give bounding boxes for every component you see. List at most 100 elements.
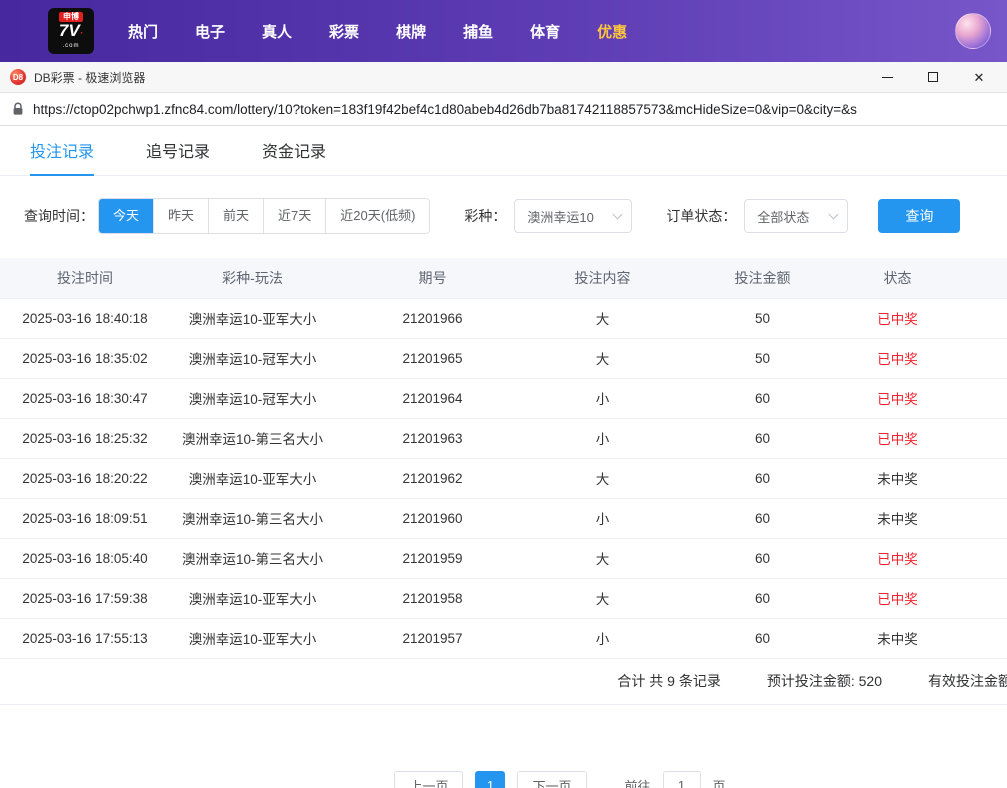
logo-main-text: 7V· — [58, 21, 84, 40]
minimize-icon[interactable] — [879, 69, 895, 85]
summary-valid-amount: 有效投注金额 — [928, 673, 1007, 689]
time-filter-option[interactable]: 近20天(低频) — [326, 199, 430, 233]
cell-issue-number: 21201959 — [335, 538, 530, 579]
table-row: 2025-03-16 18:20:22 澳洲幸运10-亚军大小 21201962… — [0, 458, 1007, 499]
order-status-select[interactable]: 全部状态 — [744, 199, 849, 233]
cell-bet-time: 2025-03-16 18:40:18 — [0, 298, 170, 339]
cell-issue-number: 21201963 — [335, 418, 530, 459]
lottery-select-value: 澳洲幸运10 — [527, 209, 594, 225]
table-body: 2025-03-16 18:40:18 澳洲幸运10-亚军大小 21201966… — [0, 298, 1007, 659]
cell-bet-content: 大 — [530, 338, 675, 379]
time-filter-option[interactable]: 今天 — [99, 199, 155, 233]
close-icon[interactable]: ✕ — [971, 69, 987, 85]
goto-page-label: 前往 — [624, 779, 651, 788]
cell-status: 已中奖 — [850, 298, 945, 339]
table-row: 2025-03-16 18:30:47 澳洲幸运10-冠军大小 21201964… — [0, 378, 1007, 419]
cell-spacer — [945, 578, 1007, 619]
url-text[interactable]: https://ctop02pchwp1.zfnc84.com/lottery/… — [33, 102, 857, 117]
cell-bet-content: 小 — [530, 418, 675, 459]
prev-page-button[interactable]: 上一页 — [394, 770, 464, 788]
lottery-select[interactable]: 澳洲幸运10 — [514, 199, 633, 233]
tab-投注记录[interactable]: 投注记录 — [30, 126, 95, 176]
summary-row: 合计 共 9 条记录 预计投注金额: 520 有效投注金额 — [0, 659, 1007, 705]
search-button[interactable]: 查询 — [878, 199, 961, 233]
window-controls: ✕ — [879, 69, 997, 85]
goto-page-input[interactable] — [662, 770, 701, 788]
cell-status: 已中奖 — [850, 578, 945, 619]
cell-bet-content: 大 — [530, 578, 675, 619]
cell-spacer — [945, 538, 1007, 579]
cell-spacer — [945, 498, 1007, 539]
current-page-button[interactable]: 1 — [475, 770, 506, 788]
cell-issue-number: 21201964 — [335, 378, 530, 419]
cell-game-play: 澳洲幸运10-冠军大小 — [170, 378, 335, 419]
cell-bet-time: 2025-03-16 18:30:47 — [0, 378, 170, 419]
status-select-value: 全部状态 — [757, 209, 810, 225]
goto-page-suffix: 页 — [712, 779, 726, 788]
time-filter-option[interactable]: 前天 — [209, 199, 265, 233]
tab-追号记录[interactable]: 追号记录 — [146, 126, 210, 176]
table-header: 投注内容 — [530, 258, 675, 299]
summary-total: 合计 共 9 条记录 — [617, 673, 721, 689]
chevron-down-icon — [612, 209, 623, 219]
cell-bet-content: 大 — [530, 298, 675, 339]
cell-spacer — [945, 298, 1007, 339]
next-page-button[interactable]: 下一页 — [517, 770, 587, 788]
nav-item[interactable]: 棋牌 — [396, 21, 426, 42]
status-filter-label: 订单状态： — [666, 208, 737, 224]
page-content: 投注记录 追号记录 资金记录 查询时间： 今天 昨天 前天 近7天 近20天(低频) 彩种：… — [0, 126, 1007, 788]
site-favicon-icon: D8 — [10, 69, 26, 85]
user-avatar[interactable] — [955, 13, 991, 49]
table-row: 2025-03-16 18:25:32 澳洲幸运10-第三名大小 2120196… — [0, 418, 1007, 459]
cell-bet-amount: 50 — [675, 298, 850, 339]
cell-spacer — [945, 338, 1007, 379]
bets-table: 投注时间 彩种-玩法 期号 投注内容 投注金额 状态 2025-03-16 18:40:1… — [0, 258, 1007, 659]
table-header: 彩种-玩法 — [170, 258, 335, 299]
nav-item[interactable]: 彩票 — [329, 21, 359, 42]
tab-资金记录[interactable]: 资金记录 — [262, 126, 326, 176]
table-row: 2025-03-16 18:35:02 澳洲幸运10-冠军大小 21201965… — [0, 338, 1007, 379]
nav-item[interactable]: 捕鱼 — [463, 21, 493, 42]
cell-status: 未中奖 — [850, 498, 945, 539]
time-filter-option[interactable]: 近7天 — [264, 199, 327, 233]
maximize-icon[interactable] — [925, 69, 941, 85]
nav-item[interactable]: 优惠 — [597, 21, 627, 42]
cell-issue-number: 21201962 — [335, 458, 530, 499]
cell-bet-time: 2025-03-16 17:55:13 — [0, 618, 170, 659]
table-header: 期号 — [335, 258, 530, 299]
nav-item[interactable]: 热门 — [128, 21, 158, 42]
pagination: 上一页 1 下一页 前往 页 — [0, 770, 1007, 788]
table-row: 2025-03-16 18:09:51 澳洲幸运10-第三名大小 2120196… — [0, 498, 1007, 539]
cell-bet-content: 大 — [530, 458, 675, 499]
cell-spacer — [945, 378, 1007, 419]
time-filter-group: 今天 昨天 前天 近7天 近20天(低频) — [98, 198, 431, 234]
lottery-filter-label: 彩种： — [464, 208, 507, 224]
cell-game-play: 澳洲幸运10-亚军大小 — [170, 578, 335, 619]
cell-bet-time: 2025-03-16 17:59:38 — [0, 578, 170, 619]
cell-bet-time: 2025-03-16 18:20:22 — [0, 458, 170, 499]
cell-bet-time: 2025-03-16 18:09:51 — [0, 498, 170, 539]
table-row: 2025-03-16 17:59:38 澳洲幸运10-亚军大小 21201958… — [0, 578, 1007, 619]
browser-titlebar: D8 DB彩票 - 极速浏览器 ✕ — [0, 62, 1007, 93]
table-header-row: 投注时间 彩种-玩法 期号 投注内容 投注金额 状态 — [0, 258, 1007, 299]
window-title: DB彩票 - 极速浏览器 — [34, 70, 146, 85]
cell-bet-amount: 50 — [675, 338, 850, 379]
time-filter-option[interactable]: 昨天 — [154, 199, 210, 233]
cell-issue-number: 21201957 — [335, 618, 530, 659]
browser-addressbar: https://ctop02pchwp1.zfnc84.com/lottery/… — [0, 93, 1007, 126]
table-header: 状态 — [850, 258, 945, 299]
cell-status: 未中奖 — [850, 618, 945, 659]
cell-bet-time: 2025-03-16 18:25:32 — [0, 418, 170, 459]
cell-bet-content: 小 — [530, 378, 675, 419]
cell-issue-number: 21201965 — [335, 338, 530, 379]
nav-item[interactable]: 真人 — [262, 21, 292, 42]
site-logo[interactable]: 申博 7V· .com — [48, 8, 94, 54]
record-tabs: 投注记录 追号记录 资金记录 — [0, 126, 1007, 176]
table-row: 2025-03-16 18:05:40 澳洲幸运10-第三名大小 2120195… — [0, 538, 1007, 579]
cell-game-play: 澳洲幸运10-第三名大小 — [170, 498, 335, 539]
table-row: 2025-03-16 17:55:13 澳洲幸运10-亚军大小 21201957… — [0, 618, 1007, 659]
lock-icon — [12, 102, 24, 116]
nav-item[interactable]: 电子 — [195, 21, 225, 42]
nav-item[interactable]: 体育 — [530, 21, 560, 42]
summary-expected-amount: 预计投注金额: 520 — [766, 673, 882, 689]
